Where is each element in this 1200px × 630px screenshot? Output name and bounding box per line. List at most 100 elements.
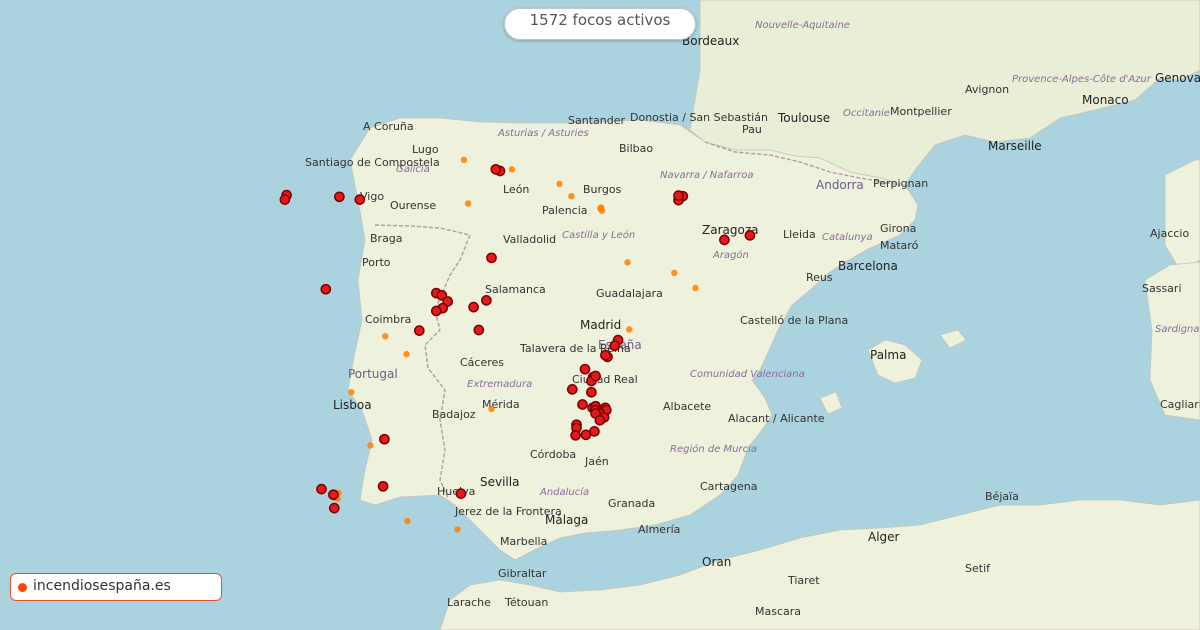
- city-label: Santander: [568, 114, 625, 127]
- city-label: Tiaret: [787, 574, 820, 587]
- active-fire-marker[interactable]: [316, 483, 327, 495]
- recent-fire-marker[interactable]: [556, 180, 563, 188]
- active-fire-marker[interactable]: [577, 399, 588, 410]
- city-label: Alger: [868, 530, 900, 544]
- active-fire-marker[interactable]: [600, 349, 611, 361]
- active-fire-marker[interactable]: [377, 480, 389, 492]
- city-label: Pau: [742, 123, 762, 136]
- city-label: Lisboa: [333, 398, 372, 412]
- recent-fire-marker[interactable]: [348, 389, 355, 396]
- city-label: Mascara: [755, 605, 801, 618]
- city-label: Marbella: [500, 535, 547, 548]
- active-fire-marker[interactable]: [413, 325, 425, 336]
- city-label: Lleida: [783, 228, 816, 241]
- recent-fire-marker[interactable]: [382, 333, 389, 340]
- city-label: Guadalajara: [596, 287, 663, 300]
- recent-fire-marker[interactable]: [568, 193, 575, 200]
- city-label: Mataró: [880, 239, 919, 252]
- region-label-andalucia: Andalucía: [539, 486, 589, 498]
- city-label: León: [503, 183, 529, 196]
- active-fire-marker[interactable]: [719, 234, 730, 246]
- city-label: Albacete: [663, 400, 711, 413]
- active-fire-marker[interactable]: [320, 283, 332, 295]
- active-fire-marker[interactable]: [430, 305, 442, 317]
- active-fire-marker[interactable]: [354, 194, 366, 205]
- city-label: Gibraltar: [498, 567, 547, 580]
- region-label-castilla: Castilla y León: [562, 229, 635, 241]
- active-fire-marker[interactable]: [579, 363, 591, 375]
- active-fire-marker[interactable]: [481, 295, 492, 306]
- city-label: Badajoz: [432, 408, 476, 421]
- city-label: Málaga: [545, 513, 588, 527]
- city-label: Granada: [608, 497, 655, 510]
- active-fire-marker[interactable]: [609, 340, 621, 352]
- city-label: Toulouse: [777, 111, 830, 125]
- region-label-catalunya: Catalunya: [822, 232, 873, 243]
- site-brand[interactable]: incendiosespaña.es: [10, 573, 222, 601]
- recent-fire-marker[interactable]: [404, 517, 411, 525]
- region-label-sardigna: Sardigna: [1155, 324, 1200, 335]
- active-fire-marker[interactable]: [744, 230, 756, 241]
- region-label-asturias: Asturias / Asturies: [497, 128, 589, 139]
- brand-text: incendiosespaña.es: [33, 578, 171, 594]
- city-label: Palencia: [542, 204, 588, 217]
- active-fire-marker[interactable]: [586, 386, 597, 398]
- city-label: Córdoba: [530, 448, 576, 461]
- active-fire-marker[interactable]: [486, 252, 497, 264]
- city-label: Avignon: [965, 83, 1009, 96]
- city-label: Montpellier: [890, 105, 952, 118]
- active-fire-marker[interactable]: [590, 370, 601, 382]
- city-label: Bilbao: [619, 142, 653, 155]
- active-fire-marker[interactable]: [279, 194, 291, 205]
- region-label-aragon: Aragón: [712, 249, 749, 261]
- recent-fire-marker[interactable]: [508, 166, 516, 173]
- city-label: Lugo: [412, 143, 439, 156]
- recent-fire-marker[interactable]: [454, 526, 461, 533]
- active-fire-marker[interactable]: [566, 384, 578, 395]
- active-fire-marker[interactable]: [328, 502, 340, 514]
- brand-dot-icon: [18, 583, 27, 592]
- country-label-portugal: Portugal: [348, 367, 398, 381]
- recent-fire-marker[interactable]: [464, 200, 472, 207]
- recent-fire-marker[interactable]: [624, 259, 631, 266]
- fire-map[interactable]: Portugal España Andorra Asturias / Astur…: [0, 0, 1200, 630]
- active-fire-marker[interactable]: [455, 488, 467, 499]
- active-fire-marker[interactable]: [490, 163, 502, 175]
- active-fire-marker[interactable]: [594, 414, 606, 426]
- city-label: Setif: [965, 562, 991, 575]
- city-label: Marseille: [988, 139, 1042, 153]
- active-fire-marker[interactable]: [673, 190, 684, 201]
- recent-fire-marker[interactable]: [692, 284, 699, 292]
- active-fire-marker[interactable]: [334, 191, 345, 203]
- active-fire-marker[interactable]: [473, 324, 485, 336]
- recent-fire-marker[interactable]: [488, 405, 495, 413]
- recent-fire-marker[interactable]: [403, 350, 410, 358]
- active-fire-marker[interactable]: [589, 426, 600, 437]
- region-label-navarra: Navarra / Nafarroa: [660, 170, 753, 181]
- recent-fire-marker[interactable]: [598, 207, 606, 214]
- active-fire-marker[interactable]: [328, 489, 339, 501]
- active-fire-marker[interactable]: [468, 301, 479, 313]
- region-label-occitanie: Occitanie: [843, 108, 890, 119]
- recent-fire-marker[interactable]: [626, 326, 633, 333]
- city-label: Santiago de Compostela: [305, 156, 440, 169]
- recent-fire-marker[interactable]: [367, 442, 374, 449]
- city-label: Castelló de la Plana: [740, 314, 848, 327]
- city-label: Sevilla: [480, 475, 519, 489]
- city-label: Genova: [1155, 71, 1200, 85]
- city-label: Cartagena: [700, 480, 757, 493]
- recent-fire-marker[interactable]: [671, 269, 678, 277]
- city-label: Ciudad Real: [572, 373, 638, 386]
- city-label: Larache: [447, 596, 491, 609]
- city-label: Ajaccio: [1150, 227, 1189, 240]
- city-label: Palma: [870, 348, 906, 362]
- active-fire-marker[interactable]: [570, 429, 581, 441]
- region-label-aquitaine: Nouvelle-Aquitaine: [755, 20, 850, 31]
- city-label: Ourense: [390, 199, 436, 212]
- city-label: Braga: [370, 232, 403, 245]
- city-label: Monaco: [1082, 93, 1129, 107]
- recent-fire-marker[interactable]: [460, 156, 468, 163]
- city-label: Barcelona: [838, 259, 898, 273]
- active-fire-marker[interactable]: [379, 433, 390, 445]
- region-label-paca: Provence-Alpes-Côte d'Azur: [1012, 73, 1152, 85]
